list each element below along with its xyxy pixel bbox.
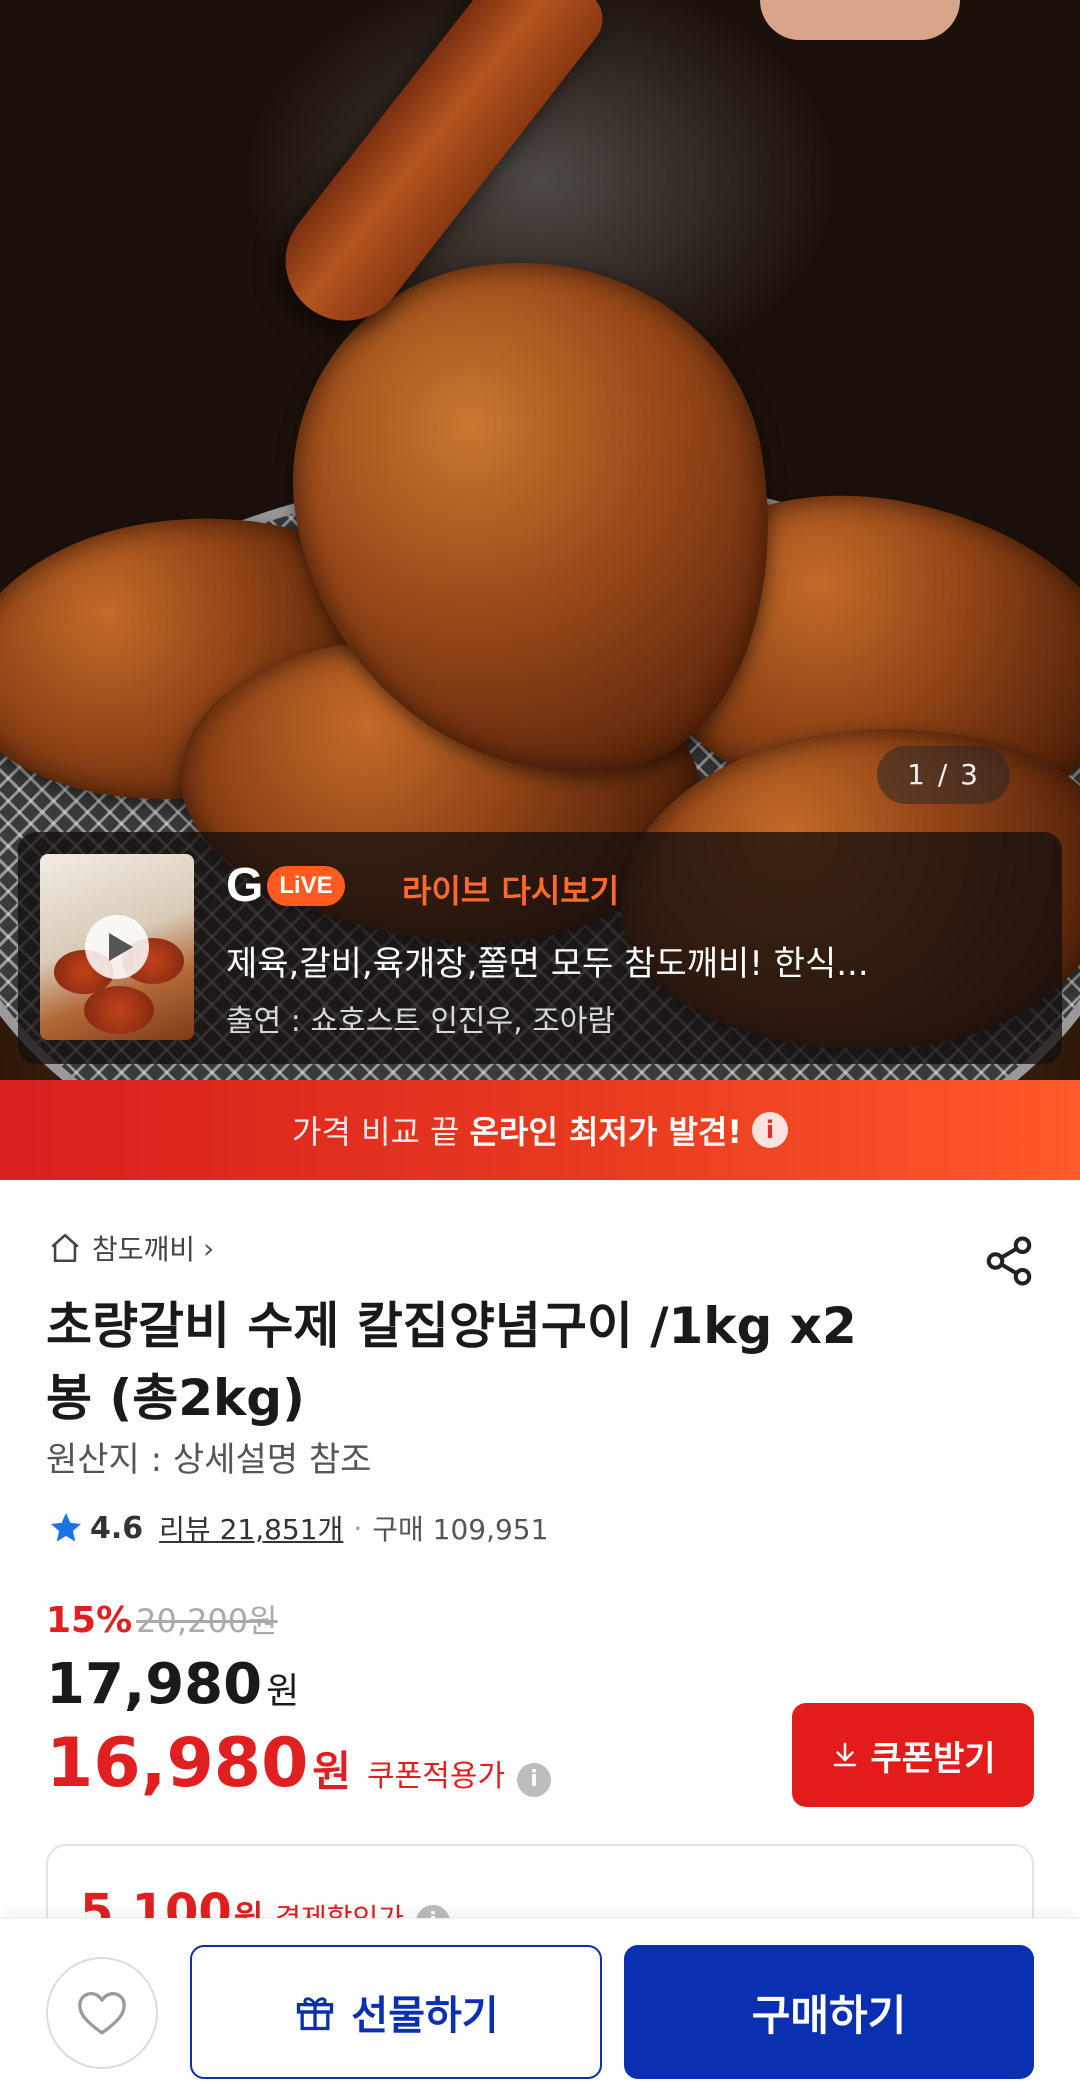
live-cast: 출연 : 쇼호스트 인진우, 조아람 [226, 1004, 615, 1039]
separator: · [353, 1511, 363, 1545]
product-title: 초량갈비 수제 칼집양념구이 /1kg x2봉 (총2kg) [46, 1297, 857, 1427]
coupon-price-row: 16,980 원 쿠폰적용가 i [46, 1724, 552, 1804]
discount-rate: 15% [46, 1600, 133, 1641]
image-page-counter: 1 / 3 [877, 746, 1010, 804]
seller-name: 참도깨비 [92, 1233, 196, 1266]
seller-store-link[interactable]: 참도깨비 › [48, 1228, 214, 1268]
gift-button[interactable]: 선물하기 [190, 1945, 602, 2079]
gift-label: 선물하기 [351, 1993, 499, 2039]
coupon-price-label: 쿠폰적용가 [367, 1759, 506, 1794]
product-image-carousel[interactable]: 1 / 3 G LiVE 라이브 다시보기 제육,갈비,육개장,쫄면 모두 참도… [0, 0, 1080, 1080]
chevron-right-icon: › [203, 1231, 215, 1265]
review-count-link[interactable]: 리뷰 21,851개 [159, 1508, 343, 1548]
gift-icon [297, 1997, 334, 2031]
coupon-price: 16,980 [46, 1724, 309, 1803]
home-icon [51, 1233, 79, 1263]
star-icon [51, 1513, 81, 1542]
rating-value: 4.6 [90, 1510, 144, 1546]
get-coupon-button[interactable]: 쿠폰받기 [792, 1703, 1034, 1807]
bottom-action-bar: 선물하기 구매하기 [0, 1918, 1080, 2100]
get-coupon-label: 쿠폰받기 [870, 1738, 996, 1779]
glive-logo: G LiVE [226, 862, 345, 910]
rating-row: 4.6 리뷰 21,851개 · 구매 109,951 [48, 1508, 548, 1548]
discount-row: 15% 20,200원 [46, 1596, 278, 1641]
live-replay-banner[interactable]: G LiVE 라이브 다시보기 제육,갈비,육개장,쫄면 모두 참도깨비! 한식… [18, 832, 1062, 1064]
original-price: 20,200원 [136, 1602, 278, 1640]
buy-button[interactable]: 구매하기 [624, 1945, 1034, 2079]
info-icon[interactable]: i [517, 1763, 552, 1797]
live-thumbnail[interactable] [40, 854, 194, 1040]
heart-icon [78, 1992, 126, 2035]
product-origin: 원산지 : 상세설명 참조 [46, 1440, 372, 1480]
live-description: 제육,갈비,육개장,쫄면 모두 참도깨비! 한식... [226, 944, 869, 984]
live-title: 라이브 다시보기 [402, 872, 620, 910]
share-icon[interactable] [982, 1234, 1036, 1288]
promo-text-light: 가격 비교 끝 [292, 1113, 460, 1151]
sale-price: 17,980 원 [46, 1652, 300, 1717]
lowest-price-promo-bar[interactable]: 가격 비교 끝 온라인 최저가 발견! i [0, 1080, 1080, 1180]
promo-text-strong: 온라인 최저가 발견! [469, 1113, 742, 1151]
play-icon[interactable] [85, 915, 149, 979]
info-icon[interactable]: i [751, 1112, 788, 1148]
purchase-count: 구매 109,951 [372, 1513, 549, 1546]
buy-label: 구매하기 [751, 1990, 907, 2040]
hand-image-part [760, 0, 960, 40]
download-icon [834, 1742, 857, 1767]
wishlist-button[interactable] [46, 1957, 158, 2069]
coupon-price-unit: 원 [312, 1747, 352, 1796]
